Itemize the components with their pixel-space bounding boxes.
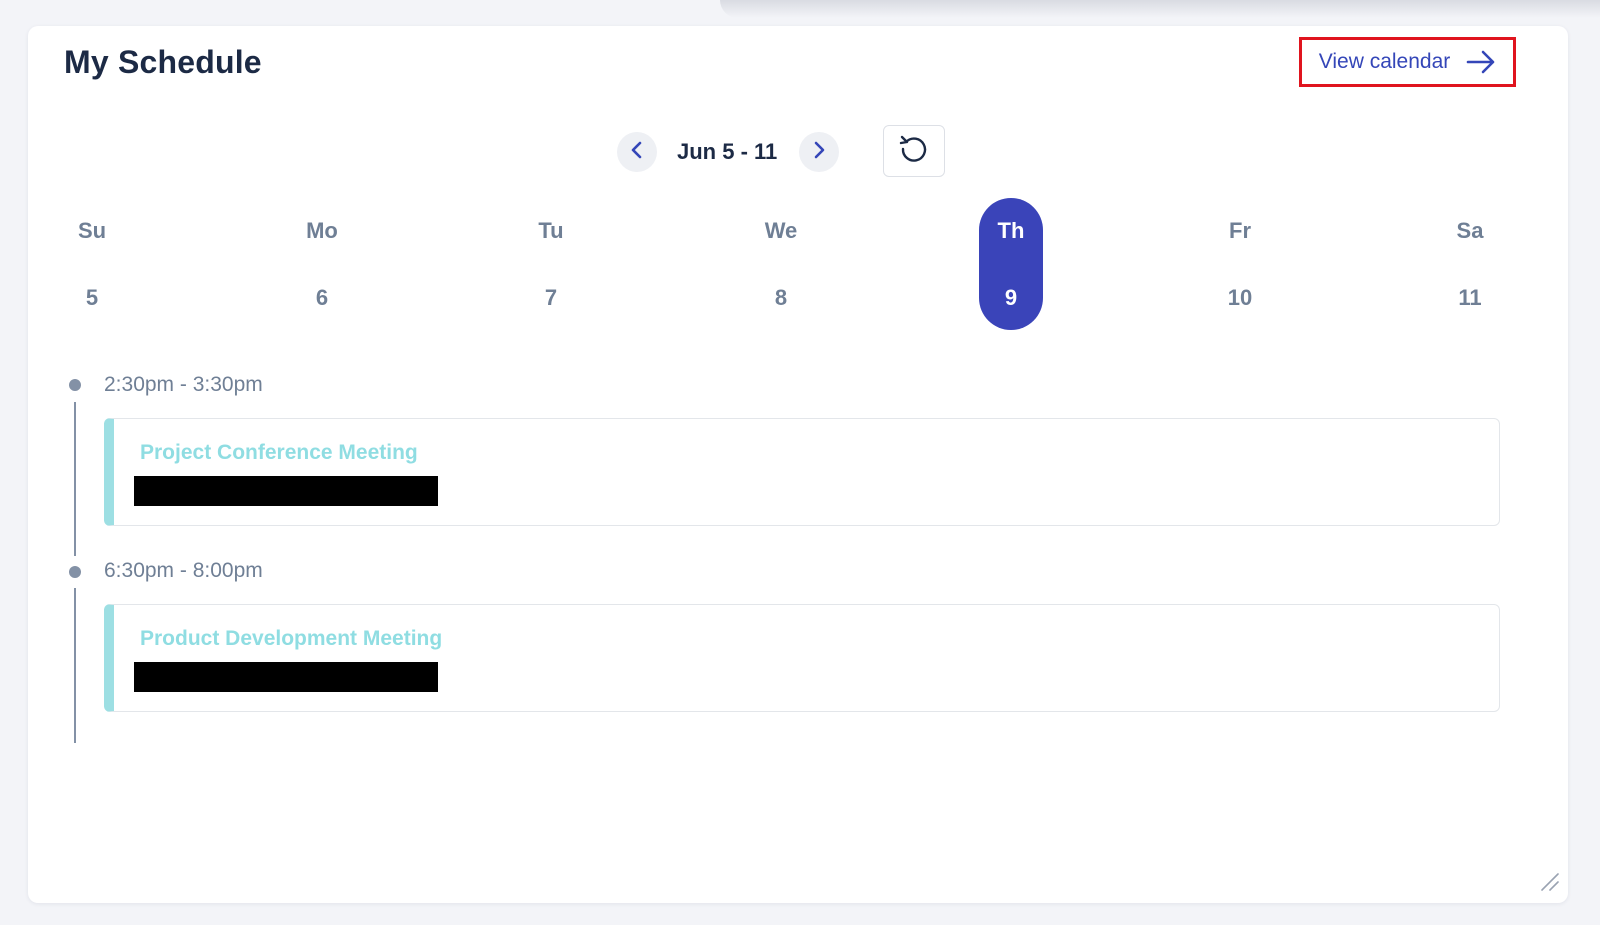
day-thursday-selected[interactable]: Th 9 xyxy=(979,198,1043,330)
refresh-button[interactable] xyxy=(883,125,945,177)
day-name: Fr xyxy=(1229,218,1251,243)
event-title: Product Development Meeting xyxy=(140,627,443,650)
day-tuesday[interactable]: Tu 7 xyxy=(519,198,583,330)
day-name: Th xyxy=(997,218,1025,243)
redacted-block xyxy=(134,662,438,692)
resize-handle-icon[interactable] xyxy=(1538,870,1560,897)
view-calendar-link[interactable]: View calendar xyxy=(1299,37,1516,87)
day-name: We xyxy=(764,218,798,243)
timeline-line xyxy=(74,588,76,743)
background-shadow xyxy=(720,0,1600,18)
day-saturday[interactable]: Sa 11 xyxy=(1438,198,1502,330)
week-navigator: Jun 5 - 11 xyxy=(617,132,840,172)
day-number: 10 xyxy=(1227,285,1253,310)
day-wednesday[interactable]: We 8 xyxy=(749,198,813,330)
day-name: Mo xyxy=(306,218,338,243)
day-monday[interactable]: Mo 6 xyxy=(290,198,354,330)
day-number: 9 xyxy=(1004,285,1018,310)
event-time: 2:30pm - 3:30pm xyxy=(104,373,263,396)
event-card[interactable]: Product Development Meeting xyxy=(104,604,1500,712)
widget-title: My Schedule xyxy=(64,44,262,80)
day-number: 11 xyxy=(1458,285,1482,310)
previous-week-button[interactable] xyxy=(617,132,657,172)
timeline-dot xyxy=(69,379,81,391)
timeline-dot xyxy=(69,566,81,578)
event-card[interactable]: Project Conference Meeting xyxy=(104,418,1500,526)
chevron-right-icon xyxy=(811,140,827,165)
event-title: Project Conference Meeting xyxy=(140,441,418,464)
day-name: Su xyxy=(77,218,107,243)
chevron-left-icon xyxy=(629,140,645,165)
day-name: Tu xyxy=(538,218,564,243)
day-name: Sa xyxy=(1456,218,1484,243)
schedule-widget: My Schedule View calendar Jun 5 - 11 Su … xyxy=(28,26,1568,903)
week-range-label: Jun 5 - 11 xyxy=(677,139,778,164)
event-time: 6:30pm - 8:00pm xyxy=(104,559,263,582)
next-week-button[interactable] xyxy=(799,132,840,172)
refresh-icon xyxy=(897,132,931,171)
timeline-line xyxy=(74,402,76,556)
day-number: 7 xyxy=(544,285,558,310)
arrow-right-icon xyxy=(1466,50,1496,74)
redacted-block xyxy=(134,476,438,506)
day-sunday[interactable]: Su 5 xyxy=(60,198,124,330)
day-number: 5 xyxy=(85,285,99,310)
view-calendar-label: View calendar xyxy=(1318,50,1451,73)
day-number: 6 xyxy=(315,285,329,310)
day-number: 8 xyxy=(774,285,788,310)
day-friday[interactable]: Fr 10 xyxy=(1208,198,1272,330)
